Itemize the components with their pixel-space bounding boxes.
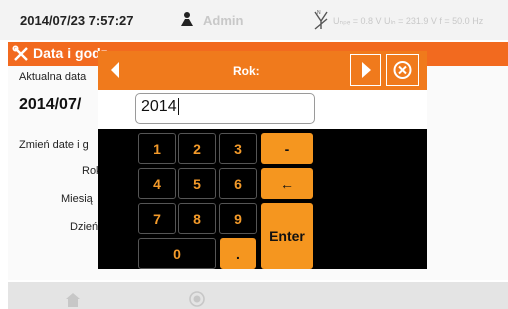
key-8[interactable]: 8 [178,203,216,234]
home-icon[interactable] [64,290,82,308]
month-label: Miesią [61,193,93,205]
measurements: Uₙₚₑ = 0.8 V Uₗₙ = 231.9 V f = 50.0 Hz [333,16,484,26]
user-icon [181,12,193,26]
key-7[interactable]: 7 [138,203,176,234]
key-6[interactable]: 6 [219,168,257,199]
numeric-keypad-dialog: Rok: 2014 1 2 3 4 5 6 7 8 9 0 . - ← Ente… [98,51,427,269]
key-0[interactable]: 0 [138,238,216,269]
change-date-label: Zmień date i g [19,139,89,151]
next-button[interactable] [350,54,381,86]
key-9[interactable]: 9 [219,203,257,234]
year-input[interactable]: 2014 [135,93,315,124]
current-date-value: 2014/07/ [19,96,82,113]
datetime: 2014/07/23 7:57:27 [20,13,134,28]
year-input-value: 2014 [141,98,177,115]
key-4[interactable]: 4 [138,168,176,199]
close-icon [393,61,412,79]
key-2[interactable]: 2 [178,133,216,164]
current-date-label: Aktualna data [19,71,87,83]
input-row: 2014 [98,90,427,129]
enter-key[interactable]: Enter [261,203,313,269]
dot-key[interactable]: . [220,238,256,269]
dialog-header: Rok: [98,51,427,90]
next-arrow-icon [362,62,371,78]
key-1[interactable]: 1 [138,133,176,164]
tools-icon [12,45,28,61]
day-label: Dzień [70,221,99,233]
backspace-key[interactable]: ← [261,168,313,199]
text-caret [177,98,179,116]
close-button[interactable] [386,54,419,86]
svg-text:N: N [317,10,321,16]
previous-arrow-icon[interactable] [108,60,122,80]
page-title: Data i godz [33,45,108,61]
status-bar: 2014/07/23 7:57:27 Admin N Uₙₚₑ = 0.8 V … [0,0,508,40]
record-icon[interactable] [188,290,206,308]
key-3[interactable]: 3 [219,133,257,164]
meter-icon: N [314,10,328,30]
minus-key[interactable]: - [261,133,313,164]
user-name: Admin [203,13,244,28]
key-5[interactable]: 5 [178,168,216,199]
dialog-title: Rok: [233,64,260,78]
bottom-bar [8,282,508,309]
